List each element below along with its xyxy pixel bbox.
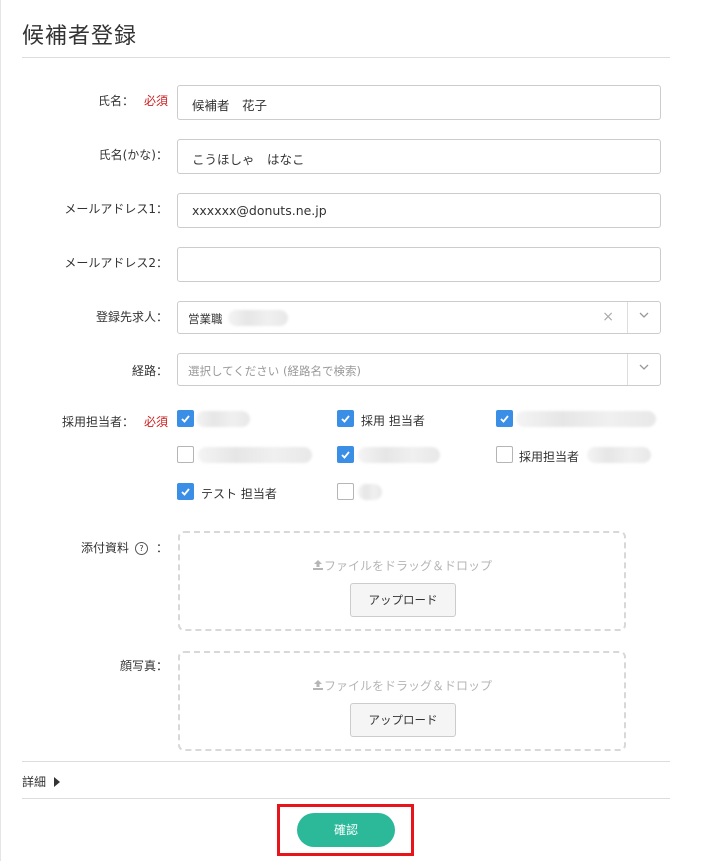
details-divider-bottom xyxy=(22,798,670,799)
recruiter-checkbox-7[interactable] xyxy=(177,483,194,500)
title-divider xyxy=(22,57,670,58)
caret-right-icon xyxy=(54,777,61,787)
details-label: 詳細 xyxy=(22,775,47,789)
upload-icon xyxy=(312,680,323,690)
left-border xyxy=(0,0,1,861)
job-value: 営業職 xyxy=(188,312,223,326)
email1-label: メールアドレス1： xyxy=(64,202,168,216)
select-divider xyxy=(627,354,628,385)
email2-label: メールアドレス2： xyxy=(64,256,168,270)
recruiter-checkbox-8[interactable] xyxy=(337,483,354,500)
dropzone-message: ファイルをドラッグ＆ドロップ xyxy=(180,557,624,574)
email2-field[interactable] xyxy=(177,247,661,282)
redacted-name xyxy=(358,484,382,500)
required-badge: 必須 xyxy=(143,94,168,108)
required-badge: 必須 xyxy=(143,415,168,429)
route-placeholder: 選択してください (経路名で検索) xyxy=(188,364,361,378)
name-value: 候補者 花子 xyxy=(192,98,268,113)
details-divider-top xyxy=(22,761,670,762)
job-label: 登録先求人： xyxy=(95,310,168,324)
check-icon xyxy=(341,415,350,423)
redacted-name xyxy=(198,447,312,463)
recruiter-checkbox-2[interactable] xyxy=(337,410,354,427)
drop-text: ファイルをドラッグ＆ドロップ xyxy=(323,679,492,693)
job-select[interactable]: 営業職 × xyxy=(177,301,661,334)
recruiter-checkbox-3[interactable] xyxy=(496,410,513,427)
redacted-name xyxy=(587,447,651,463)
kana-value: こうほしゃ はなこ xyxy=(192,152,305,167)
route-label: 経路： xyxy=(131,364,168,378)
photo-label: 顔写真： xyxy=(119,659,168,673)
recruiters-label-row: 採用担当者： 必須 xyxy=(62,413,168,430)
kana-field[interactable]: こうほしゃ はなこ xyxy=(177,139,661,174)
clear-icon[interactable]: × xyxy=(602,309,614,325)
email1-value: xxxxxx@donuts.ne.jp xyxy=(192,203,327,218)
name-label-row: 氏名： 必須 xyxy=(98,92,168,109)
check-icon xyxy=(341,451,350,459)
redacted-name xyxy=(516,411,656,427)
recruiter-label-6: 採用担当者 xyxy=(519,450,580,464)
name-label: 氏名： xyxy=(97,94,134,108)
kana-label: 氏名(かな)： xyxy=(98,148,168,162)
page-title: 候補者登録 xyxy=(22,24,138,49)
attachments-colon: ： xyxy=(155,541,168,555)
email1-field[interactable]: xxxxxx@donuts.ne.jp xyxy=(177,193,661,228)
name-field[interactable]: 候補者 花子 xyxy=(177,85,661,120)
route-select[interactable]: 選択してください (経路名で検索) xyxy=(177,353,661,386)
help-icon[interactable]: ? xyxy=(134,542,148,555)
chevron-down-icon[interactable] xyxy=(639,310,649,320)
attachments-label: 添付資料 xyxy=(80,541,129,555)
recruiters-label: 採用担当者： xyxy=(61,415,134,429)
recruiter-checkbox-4[interactable] xyxy=(177,446,194,463)
recruiter-checkbox-5[interactable] xyxy=(337,446,354,463)
details-toggle[interactable]: 詳細 xyxy=(22,773,61,790)
attachments-label-row: 添付資料? ： xyxy=(81,539,168,556)
attachments-dropzone[interactable]: ファイルをドラッグ＆ドロップ アップロード xyxy=(178,531,626,631)
drop-text: ファイルをドラッグ＆ドロップ xyxy=(323,559,492,573)
check-icon xyxy=(500,415,509,423)
select-divider xyxy=(627,302,628,333)
redacted-name xyxy=(358,447,440,463)
recruiter-label-2: 採用 担当者 xyxy=(361,414,425,428)
recruiter-label-7: テスト 担当者 xyxy=(201,487,277,501)
chevron-down-icon[interactable] xyxy=(639,362,649,372)
confirm-button[interactable]: 確認 xyxy=(297,813,395,847)
dropzone-message: ファイルをドラッグ＆ドロップ xyxy=(180,677,624,694)
check-icon xyxy=(181,488,190,496)
recruiter-checkbox-1[interactable] xyxy=(177,410,194,427)
photo-dropzone[interactable]: ファイルをドラッグ＆ドロップ アップロード xyxy=(178,651,626,751)
attachments-upload-button[interactable]: アップロード xyxy=(350,583,456,617)
redacted-text xyxy=(228,310,288,326)
photo-upload-button[interactable]: アップロード xyxy=(350,703,456,737)
upload-icon xyxy=(312,560,323,570)
check-icon xyxy=(181,415,190,423)
redacted-name xyxy=(196,411,250,427)
recruiter-checkbox-6[interactable] xyxy=(496,446,513,463)
